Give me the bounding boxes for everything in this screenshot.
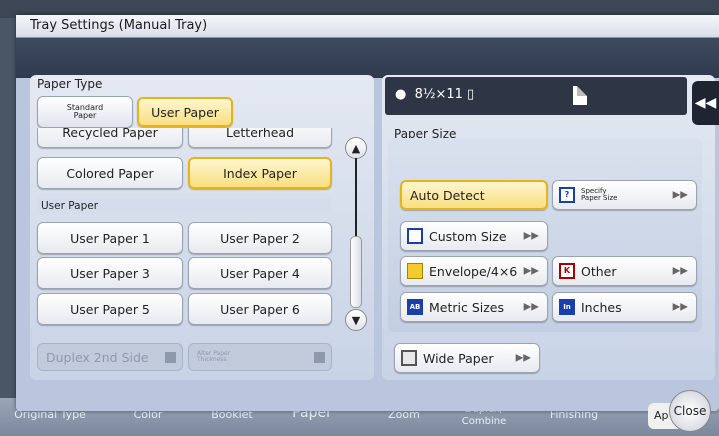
paper-type-label: Paper Type: [37, 77, 103, 91]
alter-paper-thickness-button[interactable]: Alter Paper Thickness: [188, 343, 332, 371]
close-button[interactable]: Close: [669, 390, 711, 432]
specify-arrow-icon: ▶▶: [672, 189, 688, 201]
other-icon: K: [559, 263, 575, 279]
standard-paper-tab[interactable]: Standard Paper: [37, 96, 133, 128]
scroll-up-button[interactable]: ▲: [345, 137, 367, 159]
user-paper-section: User Paper: [37, 198, 331, 214]
user-paper-5-button[interactable]: User Paper 5: [37, 293, 183, 325]
paper-icon: [573, 86, 587, 105]
scroll-down-button[interactable]: ▼: [345, 309, 367, 331]
inches-icon: In: [559, 299, 575, 315]
user-paper-2-button[interactable]: User Paper 2: [188, 222, 332, 254]
specify-paper-size-button[interactable]: ? Specify Paper Size ▶▶: [552, 180, 697, 210]
custom-size-icon: [407, 228, 423, 244]
duplex-checkbox-icon: [165, 352, 176, 363]
specify-label: Specify Paper Size: [581, 187, 618, 202]
custom-size-arrow-icon: ▶▶: [523, 230, 539, 242]
user-paper-4-button[interactable]: User Paper 4: [188, 257, 332, 289]
metric-arrow-icon: ▶▶: [523, 301, 539, 313]
other-arrow-icon: ▶▶: [672, 265, 688, 277]
current-size-status: ● 8½×11 ▯: [385, 77, 687, 115]
dialog-title: Tray Settings (Manual Tray): [30, 18, 208, 33]
recycled-paper-button[interactable]: Recycled Paper: [37, 128, 183, 148]
inches-arrow-icon: ▶▶: [672, 301, 688, 313]
inches-label: Inches: [581, 299, 622, 315]
custom-size-label: Custom Size: [429, 228, 507, 244]
duplex-label: Duplex 2nd Side: [46, 349, 149, 365]
metric-label: Metric Sizes: [429, 299, 505, 315]
metric-sizes-button[interactable]: AB Metric Sizes ▶▶: [400, 292, 548, 322]
letterhead-button[interactable]: Letterhead: [188, 128, 332, 148]
dialog-titlebar: Tray Settings (Manual Tray): [16, 15, 719, 38]
other-button[interactable]: K Other ▶▶: [552, 256, 697, 286]
duplex-2nd-side-button[interactable]: Duplex 2nd Side: [37, 343, 183, 371]
other-label: Other: [581, 263, 617, 279]
alter-checkbox-icon: [314, 352, 325, 363]
envelope-label: Envelope/4×6: [429, 263, 518, 279]
wide-paper-icon: [401, 350, 417, 366]
user-paper-6-button[interactable]: User Paper 6: [188, 293, 332, 325]
envelope-4x6-button[interactable]: Envelope/4×6 ▶▶: [400, 256, 548, 286]
envelope-arrow-icon: ▶▶: [523, 265, 539, 277]
dialog-header-band: [16, 38, 719, 78]
user-paper-tab[interactable]: User Paper: [137, 97, 233, 127]
scrolled-row-clip: Recycled Paper Letterhead: [37, 128, 333, 154]
colored-paper-button[interactable]: Colored Paper: [37, 157, 183, 189]
status-size-value: 8½×11: [414, 87, 463, 102]
specify-size-icon: ?: [559, 187, 575, 203]
index-paper-button[interactable]: Index Paper: [188, 157, 332, 189]
alter-label: Alter Paper Thickness: [197, 350, 231, 363]
custom-size-button[interactable]: Custom Size ▶▶: [400, 221, 548, 251]
envelope-icon: [407, 263, 423, 279]
wide-paper-label: Wide Paper: [423, 350, 494, 366]
wide-paper-button[interactable]: Wide Paper ▶▶: [394, 343, 540, 373]
auto-detect-button[interactable]: Auto Detect: [400, 180, 548, 210]
user-paper-3-button[interactable]: User Paper 3: [37, 257, 183, 289]
status-size-text: ● 8½×11 ▯: [395, 87, 475, 102]
collapse-panel-icon[interactable]: ◀◀: [692, 81, 719, 125]
wide-paper-arrow-icon: ▶▶: [515, 352, 531, 364]
metric-icon: AB: [407, 299, 423, 315]
scroll-thumb[interactable]: [350, 236, 362, 308]
user-paper-1-button[interactable]: User Paper 1: [37, 222, 183, 254]
inches-button[interactable]: In Inches ▶▶: [552, 292, 697, 322]
